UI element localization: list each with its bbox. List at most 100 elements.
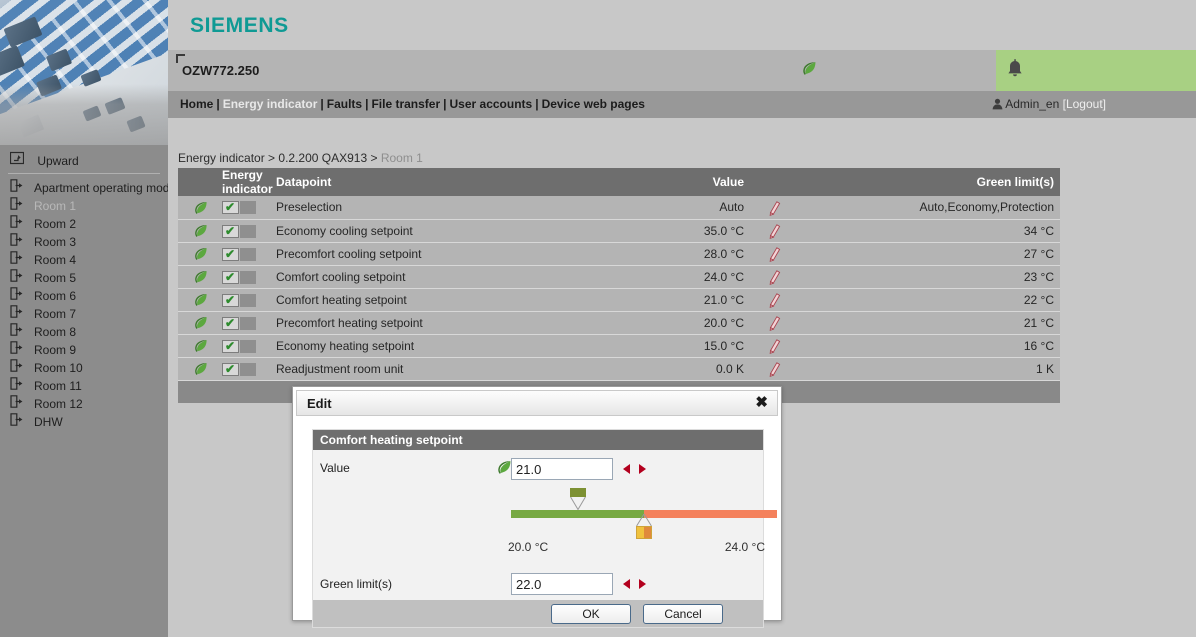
dialog-footer: OK Cancel: [312, 600, 764, 628]
pencil-icon[interactable]: [769, 339, 781, 354]
table-header-row: Energy indicator Datapoint Value Green l…: [178, 168, 1060, 196]
sidebar-item-room-3[interactable]: Room 3: [0, 232, 168, 250]
sidebar-item-label: Room 10: [34, 360, 83, 375]
nav-separator: |: [535, 97, 539, 111]
cell-energy-toggle[interactable]: ✔: [222, 196, 270, 220]
arrow-right-icon[interactable]: [639, 579, 646, 589]
breadcrumb-sep: >: [367, 151, 381, 165]
nav-item-faults[interactable]: Faults: [327, 97, 362, 111]
cell-edit[interactable]: [750, 219, 800, 243]
slider-value-marker-head: [569, 488, 586, 497]
cell-edit[interactable]: [750, 311, 800, 335]
nav-item-home[interactable]: Home: [180, 97, 213, 111]
sidebar-item-room-4[interactable]: Room 4: [0, 250, 168, 268]
page-arrow-icon: [10, 377, 30, 395]
sidebar-item-room-11[interactable]: Room 11: [0, 376, 168, 394]
cell-energy-toggle[interactable]: ✔: [222, 265, 270, 289]
nav-item-device-web-pages[interactable]: Device web pages: [542, 97, 645, 111]
dialog-titlebar: Edit ✖: [296, 390, 778, 416]
energy-indicator-checkbox[interactable]: ✔: [222, 339, 256, 353]
sidebar-item-apartment-operating-mode[interactable]: Apartment operating mode: [0, 178, 176, 196]
slider-value-marker[interactable]: [566, 488, 590, 512]
arrow-right-icon[interactable]: [639, 464, 646, 474]
cell-green-limit: 27 °C: [800, 242, 1060, 266]
pencil-icon[interactable]: [769, 270, 781, 285]
breadcrumb-part-1[interactable]: Energy indicator: [178, 151, 265, 165]
energy-indicator-checkbox[interactable]: ✔: [222, 293, 256, 307]
datapoint-table: Energy indicator Datapoint Value Green l…: [178, 168, 1060, 381]
nav-separator: |: [443, 97, 447, 111]
sidebar-item-room-10[interactable]: Room 10: [0, 358, 168, 376]
sidebar-item-upward[interactable]: Upward: [0, 151, 168, 169]
sidebar-item-room-6[interactable]: Room 6: [0, 286, 168, 304]
cell-edit[interactable]: [750, 265, 800, 289]
cell-energy-toggle[interactable]: ✔: [222, 357, 270, 381]
green-limit-input[interactable]: [511, 573, 613, 595]
cell-energy-toggle[interactable]: ✔: [222, 219, 270, 243]
sidebar-item-room-2[interactable]: Room 2: [0, 214, 168, 232]
arrow-left-icon[interactable]: [623, 579, 630, 589]
energy-indicator-checkbox[interactable]: ✔: [222, 270, 256, 284]
energy-indicator-checkbox[interactable]: ✔: [222, 316, 256, 330]
close-icon[interactable]: ✖: [755, 394, 768, 412]
cell-energy-leaf: [178, 242, 222, 266]
cancel-button[interactable]: Cancel: [643, 604, 723, 624]
cell-edit[interactable]: [750, 196, 800, 220]
cell-edit[interactable]: [750, 334, 800, 358]
sidebar-item-room-1[interactable]: Room 1: [0, 196, 168, 214]
nav-separator: |: [320, 97, 324, 111]
slider-limit-marker[interactable]: [632, 514, 656, 542]
nav-item-user-accounts[interactable]: User accounts: [450, 97, 533, 111]
ok-button[interactable]: OK: [551, 604, 631, 624]
sidebar-item-room-7[interactable]: Room 7: [0, 304, 168, 322]
cell-energy-toggle[interactable]: ✔: [222, 311, 270, 335]
check-icon: ✔: [225, 246, 236, 261]
value-input[interactable]: [511, 458, 613, 480]
cell-edit[interactable]: [750, 288, 800, 312]
pencil-icon[interactable]: [769, 224, 781, 239]
pencil-icon[interactable]: [769, 316, 781, 331]
green-limit-stepper: [623, 578, 663, 598]
cell-edit[interactable]: [750, 357, 800, 381]
nav-item-file-transfer[interactable]: File transfer: [371, 97, 440, 111]
cell-energy-toggle[interactable]: ✔: [222, 288, 270, 312]
page-arrow-icon: [10, 197, 30, 215]
logout-link[interactable]: [Logout]: [1063, 97, 1106, 111]
sidebar-item-room-9[interactable]: Room 9: [0, 340, 168, 358]
cell-datapoint: Comfort heating setpoint: [270, 288, 580, 312]
energy-indicator-checkbox[interactable]: ✔: [222, 362, 256, 376]
pencil-icon[interactable]: [769, 200, 781, 216]
table-row: ✔ Economy cooling setpoint 35.0 °C 34 °C: [178, 219, 1060, 243]
cell-value: 20.0 °C: [580, 311, 750, 335]
cell-value: 28.0 °C: [580, 242, 750, 266]
cell-edit[interactable]: [750, 242, 800, 266]
checkbox-pad: [240, 201, 256, 215]
cell-datapoint: Readjustment room unit: [270, 357, 580, 381]
sidebar-item-room-8[interactable]: Room 8: [0, 322, 168, 340]
pencil-icon[interactable]: [769, 293, 781, 308]
sidebar-item-room-12[interactable]: Room 12: [0, 394, 168, 412]
energy-indicator-checkbox[interactable]: ✔: [222, 201, 256, 215]
cell-energy-toggle[interactable]: ✔: [222, 334, 270, 358]
sidebar-item-dhw[interactable]: DHW: [0, 412, 168, 430]
sidebar-item-label: Room 11: [34, 378, 82, 393]
page-arrow-icon: [10, 341, 30, 359]
pencil-icon[interactable]: [769, 247, 781, 262]
page-arrow-icon: [10, 215, 30, 233]
energy-indicator-checkbox[interactable]: ✔: [222, 224, 256, 238]
breadcrumb-part-2[interactable]: 0.2.200 QAX913: [278, 151, 367, 165]
table-row: ✔ Economy heating setpoint 15.0 °C 16 °C: [178, 334, 1060, 358]
energy-indicator-checkbox[interactable]: ✔: [222, 246, 256, 261]
cell-value: 35.0 °C: [580, 219, 750, 243]
pencil-icon[interactable]: [769, 362, 781, 377]
sidebar-item-room-5[interactable]: Room 5: [0, 268, 168, 286]
cell-energy-leaf: [178, 357, 222, 381]
cell-energy-toggle[interactable]: ✔: [222, 242, 270, 266]
page-arrow-icon: [10, 413, 30, 431]
arrow-left-icon[interactable]: [623, 464, 630, 474]
page-arrow-icon: [10, 251, 30, 269]
nav-item-energy-indicator[interactable]: Energy indicator: [223, 97, 318, 111]
checkbox-pad: [240, 339, 256, 353]
cell-value: 21.0 °C: [580, 288, 750, 312]
value-label: Value: [320, 461, 350, 475]
